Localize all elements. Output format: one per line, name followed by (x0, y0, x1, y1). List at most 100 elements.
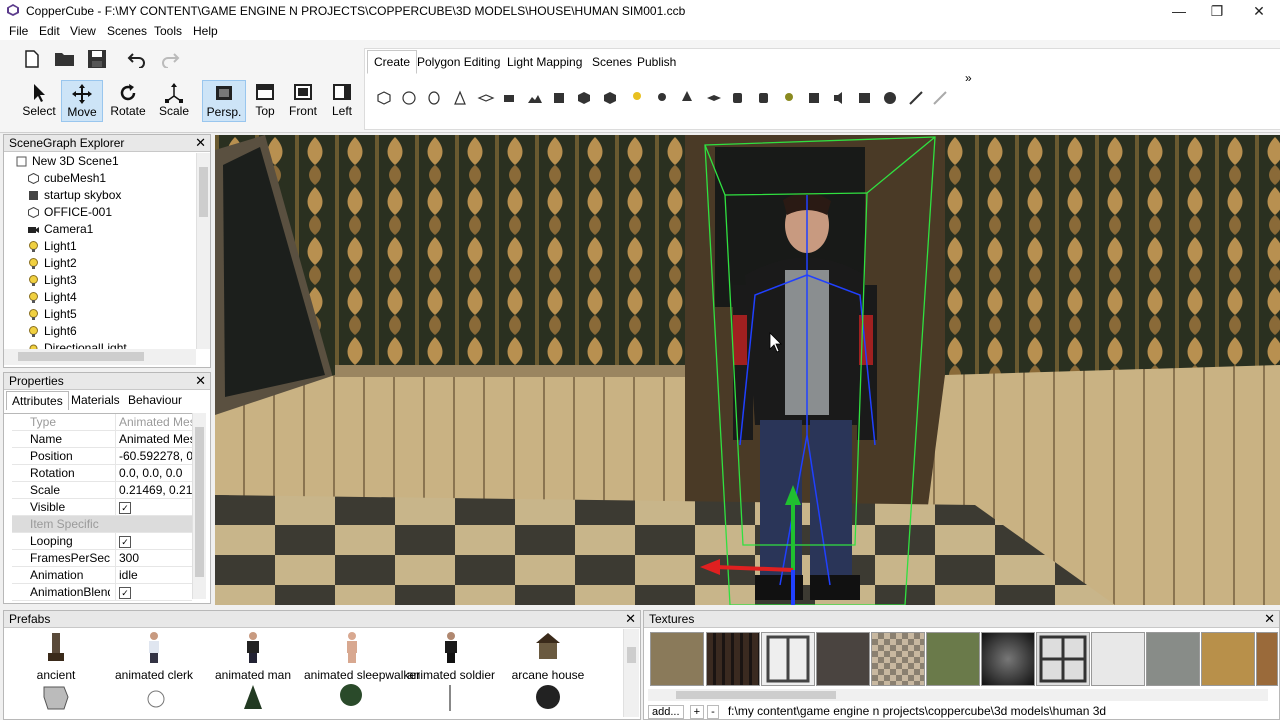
perspective-view-button[interactable]: Persp. (202, 80, 246, 122)
menu-tools[interactable]: Tools (154, 24, 182, 38)
tab-attributes[interactable]: Attributes (6, 391, 69, 410)
texture-thumb[interactable] (1146, 632, 1200, 686)
tab-behaviour[interactable]: Behaviour (123, 391, 187, 409)
scrollbar-thumb[interactable] (199, 167, 208, 217)
texture-thumb[interactable] (816, 632, 870, 686)
path-icon (658, 93, 666, 101)
property-value[interactable]: 0.21469, 0.21469 (115, 482, 197, 498)
tree-item-label: Light6 (44, 324, 77, 338)
tree-item-label: Light2 (44, 256, 77, 270)
light-icon (29, 275, 38, 286)
undo-icon[interactable] (127, 50, 147, 68)
overflow-chevron-icon[interactable]: » (961, 69, 976, 87)
texture-thumb[interactable] (926, 632, 980, 686)
texture-thumb[interactable] (1091, 632, 1145, 686)
rotate-tool-button[interactable]: Rotate (106, 80, 150, 120)
open-folder-icon[interactable] (54, 50, 76, 68)
save-icon[interactable] (87, 49, 107, 69)
texture-thumb[interactable] (650, 632, 704, 686)
prefabs-scrollbar[interactable] (623, 629, 639, 717)
tab-polygon-editing[interactable]: Polygon Editing (413, 53, 504, 71)
menu-file[interactable]: File (9, 24, 28, 38)
properties-scrollbar-thumb[interactable] (195, 427, 204, 577)
property-checkbox[interactable]: ✓ (115, 584, 197, 600)
scenegraph-close-icon[interactable]: ✕ (195, 135, 206, 151)
property-row[interactable]: Item Specific (12, 516, 192, 533)
property-value[interactable]: -60.592278, 0.00 (115, 448, 197, 464)
texture-thumb[interactable] (1201, 632, 1255, 686)
texture-thumb[interactable] (1036, 632, 1090, 686)
window-texture-icon (766, 635, 810, 683)
add-texture-button[interactable]: add... (648, 705, 684, 719)
checkbox[interactable]: ✓ (119, 502, 131, 514)
scale-tool-button[interactable]: Scale (152, 80, 196, 120)
property-row[interactable]: Scale 0.21469, 0.21469 (12, 482, 197, 499)
property-checkbox[interactable]: ✓ (115, 533, 197, 549)
texture-thumb[interactable] (706, 632, 760, 686)
redo-icon[interactable] (160, 50, 180, 68)
prefabs-title: Prefabs (9, 612, 51, 626)
property-row[interactable]: Rotation 0.0, 0.0, 0.0 (12, 465, 192, 482)
prefabs-panel: Prefabs ✕ ancient animated clerk animate… (3, 610, 641, 720)
property-value[interactable]: 0.0, 0.0, 0.0 (115, 465, 197, 481)
close-button[interactable]: ✕ (1236, 0, 1280, 22)
textures-hscrollbar[interactable] (648, 689, 1268, 701)
properties-grid: Type Animated Mesh Name Animated Mesh Positi… (4, 413, 197, 601)
scenegraph-header: SceneGraph Explorer ✕ (4, 135, 210, 152)
property-value[interactable]: Animated Mesh (115, 414, 197, 430)
3d-viewport[interactable] (215, 135, 1280, 605)
tab-create[interactable]: Create (367, 50, 418, 74)
checkbox[interactable]: ✓ (119, 587, 131, 599)
property-row[interactable]: Visible ✓ (12, 499, 192, 516)
sound-icon (834, 92, 842, 104)
property-row[interactable]: AnimationBlend ✓ (12, 584, 192, 601)
menu-view[interactable]: View (70, 24, 96, 38)
new-file-icon[interactable] (24, 50, 40, 68)
menu-edit[interactable]: Edit (39, 24, 60, 38)
menu-scenes[interactable]: Scenes (107, 24, 147, 38)
select-tool-button[interactable]: Select (17, 80, 61, 120)
tab-materials[interactable]: Materials (66, 391, 125, 409)
property-value[interactable]: idle (115, 567, 197, 583)
property-value[interactable]: 300 (115, 550, 197, 566)
textures-hscrollbar-thumb[interactable] (676, 691, 836, 699)
property-row[interactable]: Looping ✓ (12, 533, 192, 550)
scenegraph-hscrollbar[interactable] (4, 349, 196, 365)
property-row[interactable]: Position -60.592278, 0.00 (12, 448, 197, 465)
maximize-button[interactable]: ❐ (1194, 0, 1240, 22)
hscrollbar-thumb[interactable] (18, 352, 144, 361)
property-checkbox[interactable]: ✓ (115, 499, 197, 515)
menu-help[interactable]: Help (193, 24, 218, 38)
textures-close-icon[interactable]: ✕ (1264, 611, 1275, 627)
tree-icon (682, 91, 692, 101)
scenegraph-scrollbar[interactable] (196, 153, 210, 349)
properties-scrollbar[interactable] (192, 413, 206, 599)
prefabs-close-icon[interactable]: ✕ (625, 611, 636, 627)
minus-button[interactable]: - (707, 705, 719, 719)
box-icon (578, 92, 590, 104)
move-tool-button[interactable]: Move (61, 80, 103, 122)
texture-thumb[interactable] (1256, 632, 1278, 686)
prefabs-scrollbar-thumb[interactable] (627, 647, 636, 663)
textures-title: Textures (649, 612, 695, 626)
texture-thumb[interactable] (761, 632, 815, 686)
property-row[interactable]: FramesPerSecond300 (12, 550, 192, 567)
man-figure-icon (247, 632, 259, 663)
skybox-icon (554, 93, 564, 103)
texture-thumb[interactable] (981, 632, 1035, 686)
texture-thumb[interactable] (871, 632, 925, 686)
overlay-icon (809, 93, 819, 103)
plus-button[interactable]: + (689, 705, 705, 719)
property-value[interactable]: Animated Mesh (115, 431, 197, 447)
left-view-button[interactable]: Left (320, 80, 364, 120)
property-row[interactable]: Type Animated Mesh (12, 414, 197, 431)
properties-close-icon[interactable]: ✕ (195, 373, 206, 389)
tab-publish[interactable]: Publish (633, 53, 680, 71)
checkbox[interactable]: ✓ (119, 536, 131, 548)
property-row[interactable]: Name Animated Mesh (12, 431, 197, 448)
tab-scenes[interactable]: Scenes (588, 53, 636, 71)
property-row[interactable]: Animation idle (12, 567, 192, 584)
front-view-button[interactable]: Front (281, 80, 325, 120)
prefab-label: ancient (36, 668, 76, 682)
tab-light-mapping[interactable]: Light Mapping (503, 53, 586, 71)
